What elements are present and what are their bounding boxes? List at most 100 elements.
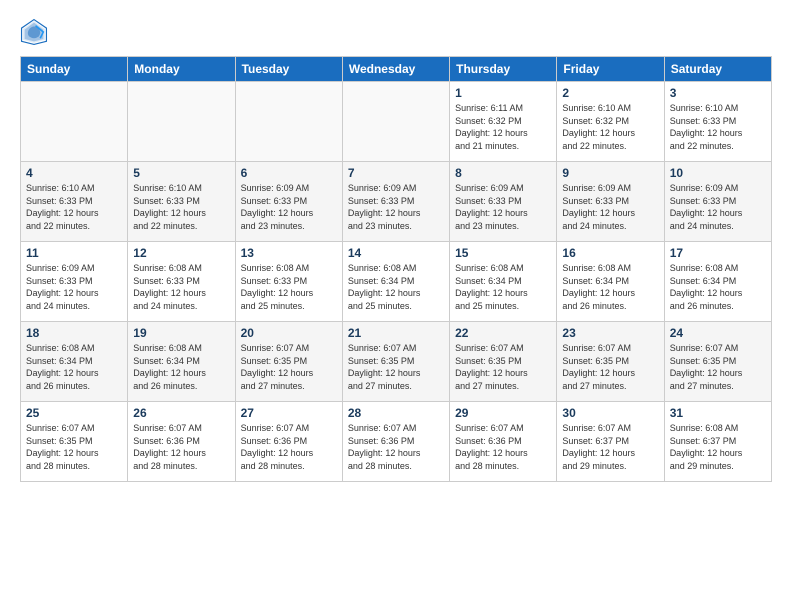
week-row-1: 1Sunrise: 6:11 AM Sunset: 6:32 PM Daylig… [21, 82, 772, 162]
day-number: 21 [348, 326, 444, 340]
calendar-cell: 6Sunrise: 6:09 AM Sunset: 6:33 PM Daylig… [235, 162, 342, 242]
calendar-cell: 30 Sunrise: 6:07 AM Sunset: 6:37 PM Dayli… [557, 402, 664, 482]
day-number: 16 [562, 246, 658, 260]
page: SundayMondayTuesdayWednesdayThursdayFrid… [0, 0, 792, 612]
calendar-cell: 5 Sunrise: 6:10 AM Sunset: 6:33 PM Daylig… [128, 162, 235, 242]
weekday-header-sunday: Sunday [21, 57, 128, 82]
week-row-3: 11 Sunrise: 6:09 AM Sunset: 6:33 PM Dayli… [21, 242, 772, 322]
calendar-cell: 1Sunrise: 6:11 AM Sunset: 6:32 PM Daylig… [450, 82, 557, 162]
day-detail: Sunrise: 6:09 AM Sunset: 6:33 PM Dayligh… [26, 262, 122, 312]
day-detail: Sunrise: 6:09 AM Sunset: 6:33 PM Dayligh… [348, 182, 444, 232]
calendar-cell: 17 Sunrise: 6:08 AM Sunset: 6:34 PM Dayli… [664, 242, 771, 322]
week-row-5: 25 Sunrise: 6:07 AM Sunset: 6:35 PM Dayli… [21, 402, 772, 482]
day-number: 19 [133, 326, 229, 340]
day-detail: Sunrise: 6:10 AM Sunset: 6:32 PM Dayligh… [562, 102, 658, 152]
day-detail: Sunrise: 6:07 AM Sunset: 6:35 PM Dayligh… [455, 342, 551, 392]
day-detail: Sunrise: 6:07 AM Sunset: 6:37 PM Dayligh… [562, 422, 658, 472]
day-detail: Sunrise: 6:08 AM Sunset: 6:34 PM Dayligh… [26, 342, 122, 392]
weekday-header-tuesday: Tuesday [235, 57, 342, 82]
day-number: 30 [562, 406, 658, 420]
weekday-header-thursday: Thursday [450, 57, 557, 82]
day-detail: Sunrise: 6:07 AM Sunset: 6:35 PM Dayligh… [26, 422, 122, 472]
calendar-cell: 25 Sunrise: 6:07 AM Sunset: 6:35 PM Dayli… [21, 402, 128, 482]
day-number: 27 [241, 406, 337, 420]
day-number: 7 [348, 166, 444, 180]
day-detail: Sunrise: 6:08 AM Sunset: 6:33 PM Dayligh… [133, 262, 229, 312]
day-number: 31 [670, 406, 766, 420]
day-detail: Sunrise: 6:08 AM Sunset: 6:34 PM Dayligh… [562, 262, 658, 312]
day-number: 8 [455, 166, 551, 180]
calendar-cell: 29 Sunrise: 6:07 AM Sunset: 6:36 PM Dayli… [450, 402, 557, 482]
calendar-cell: 24 Sunrise: 6:07 AM Sunset: 6:35 PM Dayli… [664, 322, 771, 402]
day-detail: Sunrise: 6:08 AM Sunset: 6:34 PM Dayligh… [133, 342, 229, 392]
calendar-cell: 31 Sunrise: 6:08 AM Sunset: 6:37 PM Dayli… [664, 402, 771, 482]
day-number: 18 [26, 326, 122, 340]
day-detail: Sunrise: 6:08 AM Sunset: 6:33 PM Dayligh… [241, 262, 337, 312]
weekday-header-friday: Friday [557, 57, 664, 82]
day-detail: Sunrise: 6:07 AM Sunset: 6:36 PM Dayligh… [455, 422, 551, 472]
calendar-cell: 9Sunrise: 6:09 AM Sunset: 6:33 PM Daylig… [557, 162, 664, 242]
day-number: 6 [241, 166, 337, 180]
calendar-cell [21, 82, 128, 162]
day-number: 26 [133, 406, 229, 420]
day-detail: Sunrise: 6:10 AM Sunset: 6:33 PM Dayligh… [26, 182, 122, 232]
day-number: 2 [562, 86, 658, 100]
day-detail: Sunrise: 6:10 AM Sunset: 6:33 PM Dayligh… [133, 182, 229, 232]
weekday-header-row: SundayMondayTuesdayWednesdayThursdayFrid… [21, 57, 772, 82]
day-detail: Sunrise: 6:08 AM Sunset: 6:34 PM Dayligh… [455, 262, 551, 312]
calendar-cell: 19 Sunrise: 6:08 AM Sunset: 6:34 PM Dayli… [128, 322, 235, 402]
day-detail: Sunrise: 6:07 AM Sunset: 6:36 PM Dayligh… [348, 422, 444, 472]
calendar-cell: 10Sunrise: 6:09 AM Sunset: 6:33 PM Dayli… [664, 162, 771, 242]
calendar-cell: 21Sunrise: 6:07 AM Sunset: 6:35 PM Dayli… [342, 322, 449, 402]
calendar-cell: 7 Sunrise: 6:09 AM Sunset: 6:33 PM Daylig… [342, 162, 449, 242]
day-number: 12 [133, 246, 229, 260]
day-detail: Sunrise: 6:08 AM Sunset: 6:34 PM Dayligh… [670, 262, 766, 312]
day-detail: Sunrise: 6:08 AM Sunset: 6:34 PM Dayligh… [348, 262, 444, 312]
weekday-header-saturday: Saturday [664, 57, 771, 82]
calendar-cell: 23 Sunrise: 6:07 AM Sunset: 6:35 PM Dayli… [557, 322, 664, 402]
calendar-cell: 26 Sunrise: 6:07 AM Sunset: 6:36 PM Dayli… [128, 402, 235, 482]
day-number: 10 [670, 166, 766, 180]
calendar-cell: 15Sunrise: 6:08 AM Sunset: 6:34 PM Dayli… [450, 242, 557, 322]
logo-icon [20, 18, 48, 46]
calendar-cell [128, 82, 235, 162]
day-number: 11 [26, 246, 122, 260]
day-detail: Sunrise: 6:07 AM Sunset: 6:35 PM Dayligh… [670, 342, 766, 392]
week-row-4: 18 Sunrise: 6:08 AM Sunset: 6:34 PM Dayli… [21, 322, 772, 402]
calendar-cell: 12 Sunrise: 6:08 AM Sunset: 6:33 PM Dayli… [128, 242, 235, 322]
day-detail: Sunrise: 6:07 AM Sunset: 6:36 PM Dayligh… [241, 422, 337, 472]
day-detail: Sunrise: 6:09 AM Sunset: 6:33 PM Dayligh… [455, 182, 551, 232]
day-number: 25 [26, 406, 122, 420]
calendar-cell: 3 Sunrise: 6:10 AM Sunset: 6:33 PM Daylig… [664, 82, 771, 162]
day-number: 23 [562, 326, 658, 340]
day-detail: Sunrise: 6:10 AM Sunset: 6:33 PM Dayligh… [670, 102, 766, 152]
weekday-header-wednesday: Wednesday [342, 57, 449, 82]
calendar: SundayMondayTuesdayWednesdayThursdayFrid… [20, 56, 772, 482]
calendar-cell: 2 Sunrise: 6:10 AM Sunset: 6:32 PM Daylig… [557, 82, 664, 162]
calendar-cell: 27 Sunrise: 6:07 AM Sunset: 6:36 PM Dayli… [235, 402, 342, 482]
day-detail: Sunrise: 6:07 AM Sunset: 6:36 PM Dayligh… [133, 422, 229, 472]
calendar-cell: 4 Sunrise: 6:10 AM Sunset: 6:33 PM Daylig… [21, 162, 128, 242]
day-detail: Sunrise: 6:08 AM Sunset: 6:37 PM Dayligh… [670, 422, 766, 472]
calendar-cell: 14Sunrise: 6:08 AM Sunset: 6:34 PM Dayli… [342, 242, 449, 322]
day-number: 3 [670, 86, 766, 100]
day-number: 22 [455, 326, 551, 340]
day-number: 29 [455, 406, 551, 420]
day-number: 9 [562, 166, 658, 180]
day-number: 20 [241, 326, 337, 340]
day-number: 5 [133, 166, 229, 180]
day-detail: Sunrise: 6:07 AM Sunset: 6:35 PM Dayligh… [562, 342, 658, 392]
calendar-cell: 13 Sunrise: 6:08 AM Sunset: 6:33 PM Dayli… [235, 242, 342, 322]
day-number: 24 [670, 326, 766, 340]
calendar-cell: 11 Sunrise: 6:09 AM Sunset: 6:33 PM Dayli… [21, 242, 128, 322]
day-number: 17 [670, 246, 766, 260]
calendar-cell: 20Sunrise: 6:07 AM Sunset: 6:35 PM Dayli… [235, 322, 342, 402]
day-number: 1 [455, 86, 551, 100]
calendar-cell [235, 82, 342, 162]
day-number: 13 [241, 246, 337, 260]
weekday-header-monday: Monday [128, 57, 235, 82]
day-number: 4 [26, 166, 122, 180]
week-row-2: 4 Sunrise: 6:10 AM Sunset: 6:33 PM Daylig… [21, 162, 772, 242]
calendar-cell: 8 Sunrise: 6:09 AM Sunset: 6:33 PM Daylig… [450, 162, 557, 242]
calendar-cell: 18 Sunrise: 6:08 AM Sunset: 6:34 PM Dayli… [21, 322, 128, 402]
